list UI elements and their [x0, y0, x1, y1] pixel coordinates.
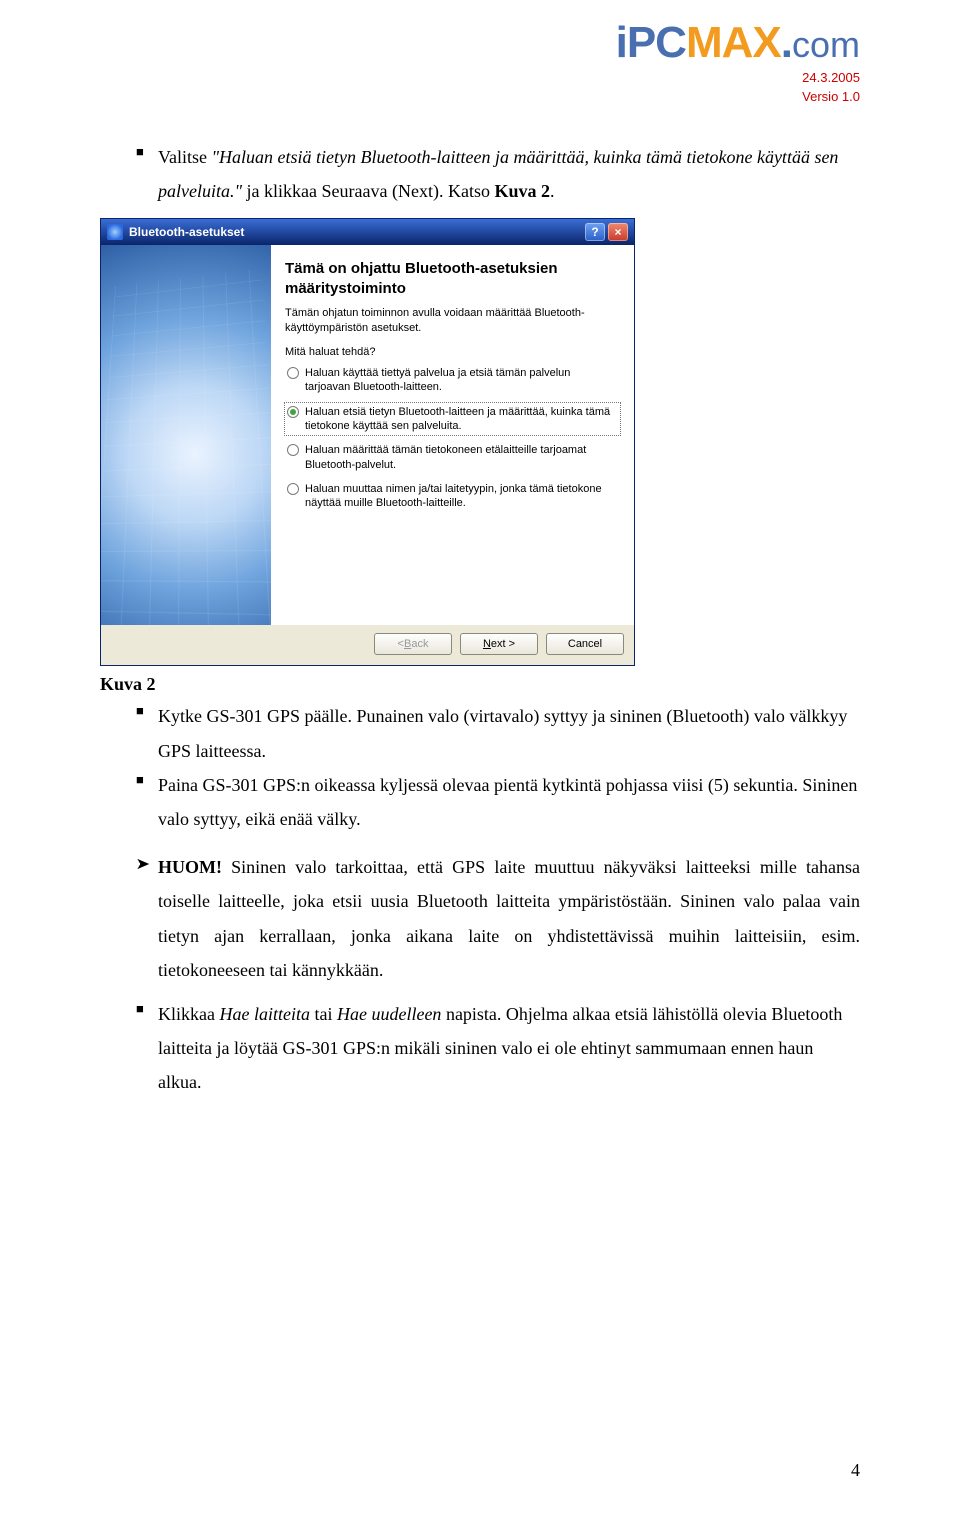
figure-caption: Kuva 2: [100, 674, 860, 695]
radio-label-3: Haluan määrittää tämän tietokoneen etäla…: [305, 443, 618, 472]
dialog-titlebar: Bluetooth-asetukset ? ×: [101, 219, 634, 245]
next-button[interactable]: Next >: [460, 633, 538, 655]
radio-label-1: Haluan käyttää tiettyä palvelua ja etsiä…: [305, 366, 618, 395]
page-header: iPCMAX.com 24.3.2005 Versio 1.0: [616, 18, 860, 106]
b3-pre: Klikkaa: [158, 1004, 219, 1024]
dialog-main: Tämä on ohjattu Bluetooth-asetuksien mää…: [271, 245, 634, 625]
b3-i2: Hae uudelleen: [337, 1004, 441, 1024]
cancel-button[interactable]: Cancel: [546, 633, 624, 655]
dialog-close-button[interactable]: ×: [608, 223, 628, 241]
note-text: Sininen valo tarkoittaa, että GPS laite …: [158, 857, 860, 980]
doc-date: 24.3.2005: [616, 70, 860, 87]
after-list-2: Klikkaa Hae laitteita tai Hae uudelleen …: [136, 997, 860, 1100]
b3-mid: tai: [310, 1004, 337, 1024]
radio-option-2[interactable]: Haluan etsiä tietyn Bluetooth-laitteen j…: [285, 403, 620, 436]
intro-text-end: .: [550, 181, 555, 201]
radio-icon: [287, 367, 299, 379]
page-number: 4: [851, 1460, 860, 1481]
next-rest: ext >: [491, 638, 515, 650]
dialog-description: Tämän ohjatun toiminnon avulla voidaan m…: [285, 306, 620, 336]
dialog-side-image: [101, 245, 271, 625]
radio-option-4[interactable]: Haluan muuttaa nimen ja/tai laitetyypin,…: [285, 480, 620, 513]
note-item: HUOM! Sininen valo tarkoittaa, että GPS …: [100, 850, 860, 987]
intro-ref: Kuva 2: [494, 181, 550, 201]
b3-i1: Hae laitteita: [219, 1004, 309, 1024]
dialog-body: Tämä on ohjattu Bluetooth-asetuksien mää…: [101, 245, 634, 625]
after-bullet-1: Kytke GS-301 GPS päälle. Punainen valo (…: [136, 699, 860, 767]
logo-part-max: MAX: [686, 18, 781, 67]
radio-icon: [287, 444, 299, 456]
page-content: Valitse "Haluan etsiä tietyn Bluetooth-l…: [100, 0, 860, 1099]
doc-version: Versio 1.0: [616, 89, 860, 106]
after-bullet-2: Paina GS-301 GPS:n oikeassa kyljessä ole…: [136, 768, 860, 836]
intro-bullet-1: Valitse "Haluan etsiä tietyn Bluetooth-l…: [136, 140, 860, 208]
radio-icon: [287, 406, 299, 418]
back-rest: ack: [411, 638, 428, 650]
logo-part-ipc: iPC: [616, 18, 686, 67]
bluetooth-icon: [107, 224, 123, 240]
intro-text-pre: Valitse: [158, 147, 212, 167]
dialog-question: Mitä haluat tehdä?: [285, 346, 620, 358]
intro-list: Valitse "Haluan etsiä tietyn Bluetooth-l…: [136, 140, 860, 208]
note-label: HUOM!: [158, 857, 222, 877]
dialog-footer: < Back Next > Cancel: [101, 625, 634, 665]
radio-option-3[interactable]: Haluan määrittää tämän tietokoneen etäla…: [285, 441, 620, 474]
after-list: Kytke GS-301 GPS päälle. Punainen valo (…: [136, 699, 860, 836]
back-button[interactable]: < Back: [374, 633, 452, 655]
site-logo: iPCMAX.com: [616, 18, 860, 68]
dialog-title-text: Bluetooth-asetukset: [129, 225, 244, 239]
dialog-heading: Tämä on ohjattu Bluetooth-asetuksien mää…: [285, 259, 620, 298]
radio-label-4: Haluan muuttaa nimen ja/tai laitetyypin,…: [305, 482, 618, 511]
back-u: B: [404, 638, 411, 650]
radio-option-1[interactable]: Haluan käyttää tiettyä palvelua ja etsiä…: [285, 364, 620, 397]
radio-label-2: Haluan etsiä tietyn Bluetooth-laitteen j…: [305, 405, 618, 434]
dialog-help-button[interactable]: ?: [585, 223, 605, 241]
logo-part-dot: .: [781, 18, 792, 67]
intro-text-post: ja klikkaa Seuraava (Next). Katso: [242, 181, 494, 201]
next-u: N: [483, 638, 491, 650]
radio-icon: [287, 483, 299, 495]
after-bullet-3: Klikkaa Hae laitteita tai Hae uudelleen …: [136, 997, 860, 1100]
logo-part-com: com: [792, 24, 860, 65]
bluetooth-dialog: Bluetooth-asetukset ? × Tämä on ohjattu …: [100, 218, 635, 666]
